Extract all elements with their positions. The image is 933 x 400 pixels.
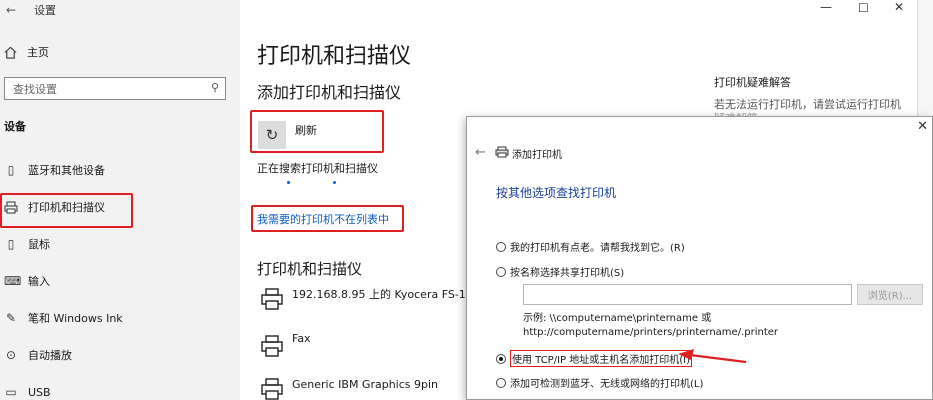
radio-button[interactable]: [496, 377, 506, 388]
app-titlebar: ← 设置: [6, 2, 56, 18]
example-text: 示例: \\computername\printername 或 http://…: [523, 312, 778, 340]
back-arrow-icon[interactable]: ←: [6, 3, 16, 17]
sidebar-item-mouse[interactable]: ▯ 鼠标: [4, 234, 234, 254]
option-network-printer[interactable]: 添加可检测到蓝牙、无线或网络的打印机(L): [496, 375, 703, 390]
maximize-icon[interactable]: ☐: [858, 1, 869, 15]
home-icon: [4, 46, 17, 59]
printer-icon: [261, 335, 283, 357]
search-placeholder: 查找设置: [13, 83, 57, 96]
printer-icon: [261, 288, 283, 310]
usb-icon: ▭: [5, 385, 17, 399]
example-line-2: http://computername/printers/printername…: [523, 327, 779, 338]
sidebar-item-label: 输入: [28, 275, 50, 288]
dialog-title: 添加打印机: [512, 150, 562, 161]
nav-home-label: 主页: [27, 46, 49, 59]
dialog-back-icon[interactable]: ←: [475, 145, 486, 160]
sidebar-item-bluetooth[interactable]: ▯ 蓝牙和其他设备: [4, 160, 234, 180]
shared-printer-name-input[interactable]: [523, 284, 852, 305]
annotation-arrow: [678, 349, 747, 364]
sidebar-item-label: 鼠标: [28, 238, 50, 251]
radio-button[interactable]: [496, 241, 506, 252]
radio-button[interactable]: [496, 266, 506, 277]
progress-dot: [287, 181, 290, 184]
printer-item-name[interactable]: Generic IBM Graphics 9pin: [292, 378, 438, 391]
add-printers-heading: 添加打印机和扫描仪: [257, 83, 402, 102]
printers-list-heading: 打印机和扫描仪: [257, 260, 363, 278]
settings-sidebar: ← 设置 主页 查找设置 ⚲ 设备 ▯ 蓝牙和其他设备 打印机和扫描仪 ▯ 鼠标…: [0, 0, 240, 400]
pen-icon: ✎: [5, 311, 17, 325]
search-icon: ⚲: [210, 81, 219, 94]
searching-status: 正在搜索打印机和扫描仪: [257, 162, 378, 175]
option-shared-printer[interactable]: 按名称选择共享打印机(S): [496, 264, 624, 279]
nav-home[interactable]: 主页: [4, 44, 49, 60]
sidebar-item-label: 蓝牙和其他设备: [28, 164, 105, 177]
close-icon[interactable]: ✕: [894, 0, 904, 14]
mouse-icon: ▯: [7, 237, 15, 251]
browse-button[interactable]: 浏览(R)...: [857, 284, 923, 305]
sidebar-item-pen[interactable]: ✎ 笔和 Windows Ink: [4, 308, 234, 328]
dialog-close-icon[interactable]: ✕: [917, 119, 928, 134]
section-title: 设备: [4, 120, 26, 133]
annotation-box-printers: [0, 193, 133, 228]
sidebar-item-label: USB: [28, 385, 51, 399]
option-label: 添加可检测到蓝牙、无线或网络的打印机(L): [510, 379, 704, 390]
search-settings-input[interactable]: 查找设置 ⚲: [4, 77, 226, 100]
sidebar-item-usb[interactable]: ▭ USB: [4, 382, 234, 400]
sidebar-item-label: 笔和 Windows Ink: [28, 312, 123, 325]
dialog-heading: 按其他选项查找打印机: [496, 186, 617, 200]
option-label: 我的打印机有点老。请帮我找到它。(R): [510, 243, 685, 254]
app-title: 设置: [34, 4, 57, 17]
example-line-1: 示例: \\computername\printername 或: [523, 313, 712, 324]
option-label: 使用 TCP/IP 地址或主机名添加打印机(I): [510, 350, 692, 367]
annotation-box-link: [251, 205, 404, 232]
minimize-icon[interactable]: —: [820, 0, 832, 14]
troubleshooter-title: 打印机疑难解答: [714, 76, 791, 89]
progress-dot: [333, 181, 336, 184]
sidebar-item-label: 自动播放: [28, 349, 72, 362]
annotation-box-refresh: [250, 110, 384, 153]
keyboard-icon: ⌨: [4, 274, 22, 288]
option-old-printer[interactable]: 我的打印机有点老。请帮我找到它。(R): [496, 239, 685, 254]
radio-button-selected[interactable]: [496, 353, 506, 364]
page-title: 打印机和扫描仪: [257, 44, 412, 69]
option-tcpip-printer[interactable]: 使用 TCP/IP 地址或主机名添加打印机(I): [496, 350, 692, 367]
printer-icon: [495, 146, 509, 158]
option-label: 按名称选择共享打印机(S): [510, 268, 625, 279]
sidebar-item-typing[interactable]: ⌨ 输入: [4, 271, 234, 291]
bluetooth-icon: ▯: [7, 163, 15, 177]
printer-icon: [261, 378, 283, 400]
printer-item-name[interactable]: Fax: [292, 332, 311, 345]
sidebar-item-autoplay[interactable]: ⊙ 自动播放: [4, 345, 234, 365]
autoplay-icon: ⊙: [5, 348, 17, 362]
